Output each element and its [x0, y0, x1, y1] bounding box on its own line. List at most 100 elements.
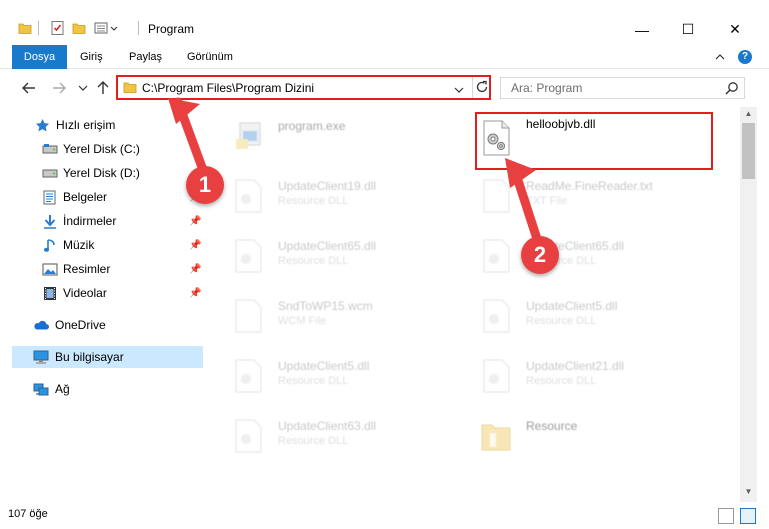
file-name[interactable]: ReadMe.FineReader.txt [526, 179, 653, 193]
address-divider [472, 77, 473, 98]
details-view-icon[interactable] [718, 508, 734, 524]
tab-file[interactable]: Dosya [12, 45, 67, 69]
file-name[interactable]: UpdateClient19.dll [278, 179, 376, 193]
toolbar-separator [138, 21, 139, 35]
sidebar-item-documents[interactable]: Belgeler 📌 [0, 186, 205, 208]
search-placeholder[interactable]: Ara: Program [511, 81, 582, 95]
title-bar: Program — ☐ ✕ [0, 0, 769, 45]
tab-share[interactable]: Paylaş [119, 45, 172, 69]
new-folder-icon[interactable] [72, 21, 87, 35]
file-name[interactable]: UpdateClient5.dll [278, 359, 369, 373]
vertical-scrollbar[interactable]: ▲ ▼ [740, 107, 757, 502]
search-icon[interactable] [725, 81, 739, 98]
customize-toolbar-icon[interactable] [94, 21, 118, 35]
sidebar-label: Videolar [63, 286, 107, 300]
sidebar-item-this-pc[interactable]: Bu bilgisayar [12, 346, 203, 368]
file-item[interactable]: UpdateClient5.dll Resource DLL [458, 287, 698, 341]
expand-ribbon-icon[interactable] [714, 51, 726, 66]
tab-view[interactable]: Görünüm [177, 45, 243, 69]
file-item[interactable]: SndToWP15.wcm WCM File [210, 287, 450, 341]
pin-icon[interactable]: 📌 [189, 240, 201, 251]
file-item[interactable]: UpdateClient21.dll Resource DLL [458, 347, 698, 401]
file-name[interactable]: Resource [526, 419, 577, 433]
sidebar-label: İndirmeler [63, 214, 117, 228]
video-icon [42, 285, 58, 301]
properties-icon[interactable] [50, 20, 66, 36]
file-type: Resource DLL [278, 195, 349, 207]
dll-file-icon [232, 179, 264, 213]
sidebar-item-local-disk-c[interactable]: Yerel Disk (C:) [0, 138, 205, 160]
search-box[interactable]: Ara: Program [500, 77, 745, 99]
scroll-down-arrow-icon[interactable]: ▼ [740, 485, 757, 499]
sidebar-label: Resimler [63, 262, 111, 276]
back-arrow-icon[interactable] [18, 77, 40, 99]
file-type: Resource DLL [278, 435, 349, 447]
file-name[interactable]: UpdateClient65.dll [278, 239, 376, 253]
file-type: TXT File [526, 195, 568, 207]
file-item[interactable]: Resource [458, 407, 698, 461]
dll-file-icon [480, 299, 512, 333]
file-name[interactable]: UpdateClient63.dll [278, 419, 376, 433]
pictures-icon [42, 261, 58, 277]
file-item[interactable]: ReadMe.FineReader.txt TXT File [458, 167, 698, 221]
sidebar-item-videos[interactable]: Videolar 📌 [0, 282, 205, 304]
file-name[interactable]: UpdateClient5.dll [526, 299, 617, 313]
navigation-pane: Hızlı erişim Yerel Disk (C:) Yerel Disk … [0, 110, 205, 502]
exe-file-icon [232, 119, 264, 153]
wcm-file-icon [232, 299, 264, 333]
sidebar-item-music[interactable]: Müzik 📌 [0, 234, 205, 256]
close-button[interactable]: ✕ [712, 14, 758, 45]
download-icon [42, 213, 58, 229]
annotation-badge-2: 2 [521, 236, 559, 274]
file-item[interactable]: UpdateClient65.dll Resource DLL [458, 227, 698, 281]
maximize-button[interactable]: ☐ [665, 14, 711, 45]
drive-icon [42, 141, 58, 157]
file-type: Resource DLL [526, 315, 597, 327]
dll-file-icon [480, 239, 512, 273]
file-item[interactable]: UpdateClient19.dll Resource DLL [210, 167, 450, 221]
scroll-up-arrow-icon[interactable]: ▲ [740, 107, 757, 121]
up-arrow-icon[interactable] [92, 77, 114, 99]
dll-file-icon [480, 359, 512, 393]
file-name[interactable]: SndToWP15.wcm [278, 299, 373, 313]
dll-file-icon [232, 359, 264, 393]
file-item[interactable]: program.exe [210, 107, 450, 161]
selected-file-highlight [475, 112, 713, 170]
address-dropdown-icon[interactable] [454, 83, 464, 97]
minimize-button[interactable]: — [619, 14, 665, 45]
address-path[interactable]: C:\Program Files\Program Dizini [142, 81, 314, 95]
sidebar-item-local-disk-d[interactable]: Yerel Disk (D:) [0, 162, 205, 184]
help-icon[interactable]: ? [738, 50, 752, 64]
file-name[interactable]: UpdateClient21.dll [526, 359, 624, 373]
file-name[interactable]: program.exe [278, 119, 345, 133]
pin-icon[interactable]: 📌 [189, 288, 201, 299]
file-item[interactable]: UpdateClient5.dll Resource DLL [210, 347, 450, 401]
quick-access-separator [38, 21, 39, 35]
sidebar-item-pictures[interactable]: Resimler 📌 [0, 258, 205, 280]
large-icons-view-icon[interactable] [740, 508, 756, 524]
tab-home[interactable]: Giriş [70, 45, 113, 69]
pin-icon[interactable]: 📌 [189, 264, 201, 275]
refresh-icon[interactable] [475, 80, 489, 97]
sidebar-item-onedrive[interactable]: OneDrive [0, 314, 205, 336]
sidebar-item-downloads[interactable]: İndirmeler 📌 [0, 210, 205, 232]
file-type: Resource DLL [278, 375, 349, 387]
forward-arrow-icon[interactable] [48, 77, 70, 99]
file-type: WCM File [278, 315, 327, 327]
file-type: Resource DLL [278, 255, 349, 267]
music-icon [42, 237, 58, 253]
sidebar-label: Müzik [63, 238, 95, 252]
file-item[interactable]: UpdateClient63.dll Resource DLL [210, 407, 450, 461]
recent-locations-chevron-icon[interactable] [72, 77, 94, 99]
address-bar[interactable]: C:\Program Files\Program Dizini [116, 75, 491, 100]
navigation-bar: C:\Program Files\Program Dizini Ara: Pro… [0, 69, 769, 107]
pin-icon[interactable]: 📌 [189, 216, 201, 227]
ribbon-tabs: Dosya Giriş Paylaş Görünüm ? [0, 45, 769, 69]
file-item[interactable]: UpdateClient65.dll Resource DLL [210, 227, 450, 281]
sidebar-label: Bu bilgisayar [55, 350, 124, 364]
scroll-thumb[interactable] [742, 123, 755, 179]
status-bar: 107 öğe [0, 502, 769, 529]
computer-icon [33, 349, 49, 365]
sidebar-item-quick-access[interactable]: Hızlı erişim [0, 114, 205, 136]
sidebar-item-network[interactable]: Ağ [0, 378, 205, 400]
